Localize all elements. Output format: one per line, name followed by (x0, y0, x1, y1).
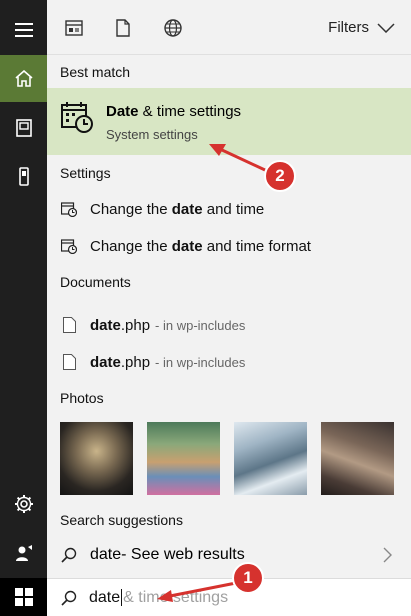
app-window-icon (65, 20, 83, 36)
globe-icon (164, 19, 182, 37)
settings-item-label: Change the date and time (90, 200, 265, 218)
best-match-result[interactable]: Date & time settings System settings (47, 88, 411, 155)
document-location: - in wp-includes (155, 317, 246, 333)
settings-result-item[interactable]: Change the date and time (47, 194, 411, 224)
annotation-badge-2: 2 (264, 160, 296, 192)
photos-heading: Photos (60, 390, 104, 406)
photo-thumbnail[interactable] (60, 422, 133, 495)
web-suggestion-item[interactable]: date - See web results (47, 540, 411, 570)
feedback-button[interactable] (0, 529, 47, 576)
document-icon (116, 19, 130, 37)
photo-thumbnail[interactable] (234, 422, 307, 495)
suggestion-meta: - See web results (121, 546, 245, 563)
best-match-heading: Best match (60, 64, 131, 80)
text-caret (121, 589, 123, 606)
date-time-settings-icon (61, 101, 93, 138)
search-filter-toolbar: Filters (47, 0, 411, 55)
web-filter-button[interactable] (162, 17, 184, 39)
document-icon (61, 354, 77, 370)
menu-button[interactable] (0, 6, 47, 53)
filters-label: Filters (328, 19, 369, 36)
search-box[interactable]: date & time settings (47, 578, 411, 616)
best-match-subtitle: System settings (106, 127, 198, 142)
home-button[interactable] (0, 55, 47, 102)
chevron-right-icon (383, 547, 392, 563)
hamburger-icon (14, 22, 33, 37)
document-result-item[interactable]: date.php - in wp-includes (47, 310, 411, 340)
suggestion-term: date (90, 546, 122, 563)
document-name: date.php (90, 316, 151, 334)
photo-thumbnail[interactable] (147, 422, 220, 495)
home-icon (14, 70, 33, 87)
windows-logo-icon (14, 588, 33, 606)
device-button[interactable] (0, 153, 47, 200)
settings-result-item[interactable]: Change the date and time format (47, 231, 411, 261)
search-results-panel: Best match Date & time settings System s… (47, 55, 411, 578)
gear-icon (14, 494, 33, 513)
search-suggestions-heading: Search suggestions (60, 512, 183, 528)
left-rail (0, 0, 47, 616)
search-input-text[interactable]: date (89, 589, 120, 607)
notebook-button[interactable] (0, 104, 47, 151)
search-autocomplete-hint: & time settings (123, 588, 229, 606)
apps-filter-button[interactable] (63, 17, 85, 39)
annotation-badge-1: 1 (232, 562, 264, 594)
calendar-clock-icon (61, 238, 77, 254)
settings-button[interactable] (0, 480, 47, 527)
start-button[interactable] (0, 578, 47, 616)
notebook-icon (15, 118, 32, 137)
settings-heading: Settings (60, 165, 111, 181)
documents-filter-button[interactable] (112, 17, 134, 39)
document-location: - in wp-includes (155, 354, 246, 370)
document-name: date.php (90, 353, 151, 371)
search-icon (61, 590, 77, 606)
documents-heading: Documents (60, 274, 131, 290)
device-icon (18, 167, 29, 186)
chevron-down-icon (377, 22, 395, 33)
search-icon (61, 547, 77, 563)
document-result-item[interactable]: date.php - in wp-includes (47, 347, 411, 377)
settings-item-label: Change the date and time format (90, 237, 311, 255)
photo-results (60, 422, 394, 495)
photo-thumbnail[interactable] (321, 422, 394, 495)
person-icon (15, 544, 32, 561)
calendar-clock-icon (61, 201, 77, 217)
best-match-title: Date & time settings (106, 103, 242, 120)
document-icon (61, 317, 77, 333)
filters-dropdown[interactable]: Filters (328, 19, 395, 36)
